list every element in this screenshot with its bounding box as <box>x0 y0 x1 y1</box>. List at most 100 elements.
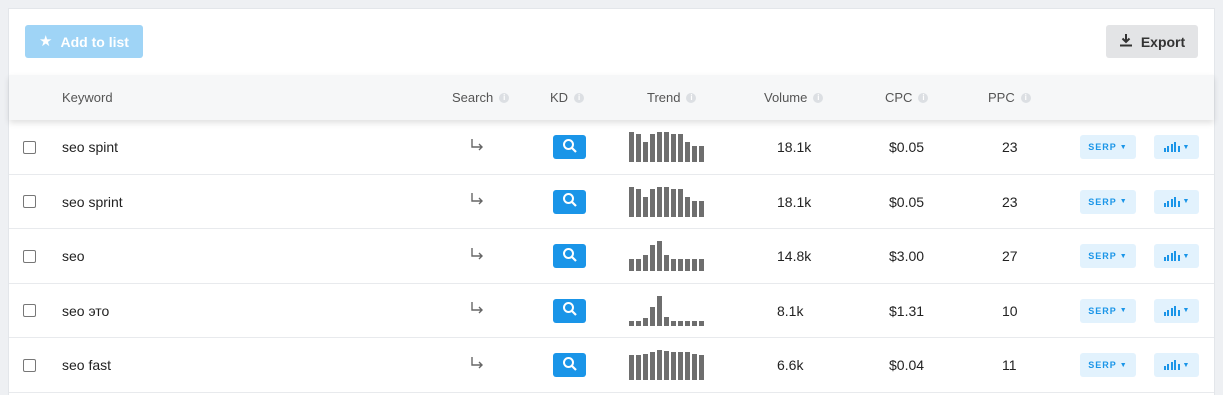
info-icon[interactable]: i <box>918 92 929 103</box>
trend-bar <box>636 259 641 271</box>
trend-bar <box>671 352 676 380</box>
trend-bar <box>650 245 655 271</box>
info-icon[interactable]: i <box>1020 92 1031 103</box>
info-icon[interactable]: i <box>499 92 510 103</box>
info-icon[interactable]: i <box>813 92 824 103</box>
trend-bar <box>699 259 704 271</box>
serp-button[interactable]: SERP ▼ <box>1080 298 1136 323</box>
serp-label: SERP <box>1088 142 1117 152</box>
add-to-list-button[interactable]: ★ Add to list <box>25 25 143 58</box>
header-ppc-label: PPC <box>988 90 1015 105</box>
trend-bar <box>685 352 690 380</box>
keyword-cell[interactable]: seo sprint <box>62 194 123 210</box>
trend-bar <box>650 306 655 326</box>
table-row: seo это 8.1k $1.31 10 SERP ▼ ▼ <box>9 284 1214 338</box>
subdirectory-arrow-icon[interactable] <box>469 247 485 266</box>
header-trend-label: Trend <box>647 90 681 105</box>
row-checkbox[interactable] <box>23 304 36 317</box>
subdirectory-arrow-icon[interactable] <box>469 356 485 375</box>
caret-down-icon: ▼ <box>1182 143 1190 151</box>
header-cpc[interactable]: CPC i <box>885 75 929 120</box>
header-search[interactable]: Search i <box>452 75 510 120</box>
header-keyword[interactable]: Keyword <box>62 75 113 120</box>
header-volume[interactable]: Volume i <box>764 75 824 120</box>
keyword-cell[interactable]: seo fast <box>62 357 111 373</box>
trend-bar <box>671 188 676 217</box>
subdirectory-arrow-icon[interactable] <box>469 301 485 320</box>
keyword-cell[interactable]: seo spint <box>62 139 118 155</box>
trend-bar <box>699 355 704 380</box>
trend-bar <box>699 146 704 162</box>
export-button[interactable]: Export <box>1106 25 1198 58</box>
search-icon <box>562 138 578 157</box>
serp-label: SERP <box>1088 196 1117 207</box>
serp-label: SERP <box>1088 251 1117 261</box>
cpc-cell: $1.31 <box>889 302 925 319</box>
bar-chart-icon <box>1163 360 1180 370</box>
trend-bar <box>664 186 669 217</box>
kd-search-button[interactable] <box>553 298 586 323</box>
row-checkbox[interactable] <box>23 358 36 372</box>
trend-bar <box>643 142 648 162</box>
ppc-cell: 11 <box>1002 357 1017 373</box>
header-trend[interactable]: Trend i <box>647 75 697 120</box>
chart-button[interactable]: ▼ <box>1154 189 1199 214</box>
header-kd[interactable]: KD i <box>550 75 585 120</box>
caret-down-icon: ▼ <box>1119 307 1128 314</box>
volume-cell: 14.8k <box>777 248 812 264</box>
caret-down-icon: ▼ <box>1119 252 1128 260</box>
chart-button[interactable]: ▼ <box>1154 244 1199 268</box>
trend-chart <box>629 186 704 217</box>
trend-bar <box>685 196 690 217</box>
table-row: seo sprint 18.1k $0.05 23 SERP ▼ ▼ <box>9 175 1214 229</box>
trend-bar <box>636 320 641 326</box>
serp-button[interactable]: SERP ▼ <box>1080 135 1136 159</box>
trend-bar <box>629 132 634 162</box>
trend-bar <box>657 186 662 217</box>
subdirectory-arrow-icon[interactable] <box>469 192 485 211</box>
trend-bar <box>699 200 704 217</box>
subdirectory-arrow-icon[interactable] <box>469 138 485 157</box>
ppc-cell: 10 <box>1002 302 1018 319</box>
chart-button[interactable]: ▼ <box>1154 135 1199 159</box>
export-label: Export <box>1140 33 1186 50</box>
bar-chart-icon <box>1163 142 1180 152</box>
header-ppc[interactable]: PPC i <box>988 75 1031 120</box>
trend-bar <box>692 200 697 217</box>
toolbar: ★ Add to list Export <box>9 9 1214 75</box>
search-icon <box>562 247 578 266</box>
kd-search-button[interactable] <box>553 189 586 214</box>
trend-bar <box>643 354 648 380</box>
table-header: Keyword Search i KD i Trend i Volume i C… <box>9 75 1214 120</box>
bar-chart-icon <box>1163 305 1180 316</box>
trend-bar <box>678 352 683 380</box>
trend-bar <box>671 134 676 162</box>
serp-button[interactable]: SERP ▼ <box>1080 244 1136 268</box>
chart-button[interactable]: ▼ <box>1154 298 1199 323</box>
info-icon[interactable]: i <box>686 92 697 103</box>
row-checkbox[interactable] <box>23 249 36 263</box>
info-icon[interactable]: i <box>574 92 585 103</box>
keyword-cell[interactable]: seo это <box>62 303 109 319</box>
table-row: seo spint 18.1k $0.05 23 SERP ▼ ▼ <box>9 120 1214 175</box>
trend-bar <box>664 351 669 380</box>
chart-button[interactable]: ▼ <box>1154 353 1199 377</box>
trend-bar <box>678 188 683 217</box>
row-checkbox[interactable] <box>23 140 36 154</box>
header-keyword-label: Keyword <box>62 90 113 105</box>
trend-bar <box>692 320 697 326</box>
keyword-cell[interactable]: seo <box>62 248 85 264</box>
kd-search-button[interactable] <box>553 353 586 377</box>
header-search-label: Search <box>452 90 494 105</box>
serp-button[interactable]: SERP ▼ <box>1080 189 1136 214</box>
kd-search-button[interactable] <box>553 244 586 268</box>
download-icon <box>1119 33 1133 50</box>
kd-search-button[interactable] <box>553 135 586 159</box>
trend-bar <box>629 320 634 326</box>
trend-chart <box>629 132 704 162</box>
serp-button[interactable]: SERP ▼ <box>1080 353 1136 377</box>
trend-bar <box>650 134 655 162</box>
trend-bar <box>657 350 662 380</box>
trend-bar <box>671 320 676 326</box>
row-checkbox[interactable] <box>23 195 36 208</box>
